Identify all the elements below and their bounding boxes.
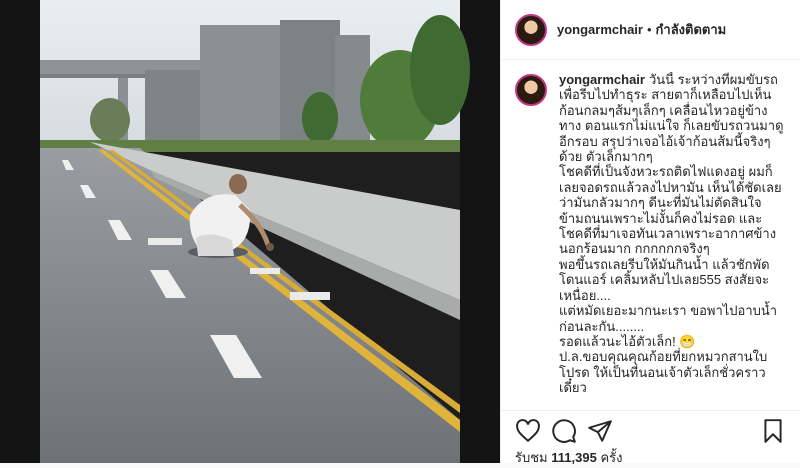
caption-paragraph: yongarmchair วันนี้ ระหว่างที่ผมขับรถ เพื… [559, 72, 784, 165]
avatar[interactable] [515, 13, 547, 46]
action-icons [515, 417, 786, 445]
caption-paragraph: แต่หมัดเยอะมากนะเรา ขอพาไปอาบน้ำก่อนละกั… [559, 303, 778, 334]
caption: yongarmchair วันนี้ ระหว่างที่ผมขับรถ เพื… [515, 72, 786, 408]
caption-text: yongarmchair วันนี้ ระหว่างที่ผมขับรถ เพื… [559, 72, 786, 408]
post-header: yongarmchair • กำลังติดตาม [501, 0, 800, 60]
caption-paragraph: ป.ล.ขอบคุณคุณก้อยที่ยกหมวกสานใบโปรด ให้เ… [559, 349, 768, 396]
comment-icon[interactable] [551, 418, 577, 444]
share-icon[interactable] [587, 418, 613, 444]
caption-paragraph: พอขึ้นรถเลยรีบให้มันกินน้ำ แล้วชักพัดโดน… [559, 256, 770, 303]
instagram-post: yongarmchair • กำลังติดตาม yongarmchair ว… [0, 0, 800, 465]
post-sidebar: yongarmchair • กำลังติดตาม yongarmchair ว… [500, 0, 800, 465]
separator-dot: • [646, 22, 652, 37]
caption-paragraph: โชคดีที่เป็นจังหวะรถติดไฟแดงอยู่ ผมก็เลย… [559, 164, 782, 257]
author-username[interactable]: yongarmchair [557, 22, 643, 37]
video-frame[interactable] [0, 0, 500, 463]
following-button[interactable]: กำลังติดตาม [656, 19, 727, 40]
view-count: รับชม 111,395 ครั้ง [515, 450, 623, 465]
caption-avatar[interactable] [515, 74, 547, 106]
caption-username[interactable]: yongarmchair [559, 72, 645, 87]
action-bar: รับชม 111,395 ครั้ง [501, 410, 800, 465]
bookmark-icon[interactable] [760, 418, 786, 444]
road-scene-image [0, 0, 500, 463]
heart-icon[interactable] [515, 418, 541, 444]
caption-paragraph: รอดแล้วนะไอ้ตัวเล็ก! 😁 [559, 333, 696, 349]
